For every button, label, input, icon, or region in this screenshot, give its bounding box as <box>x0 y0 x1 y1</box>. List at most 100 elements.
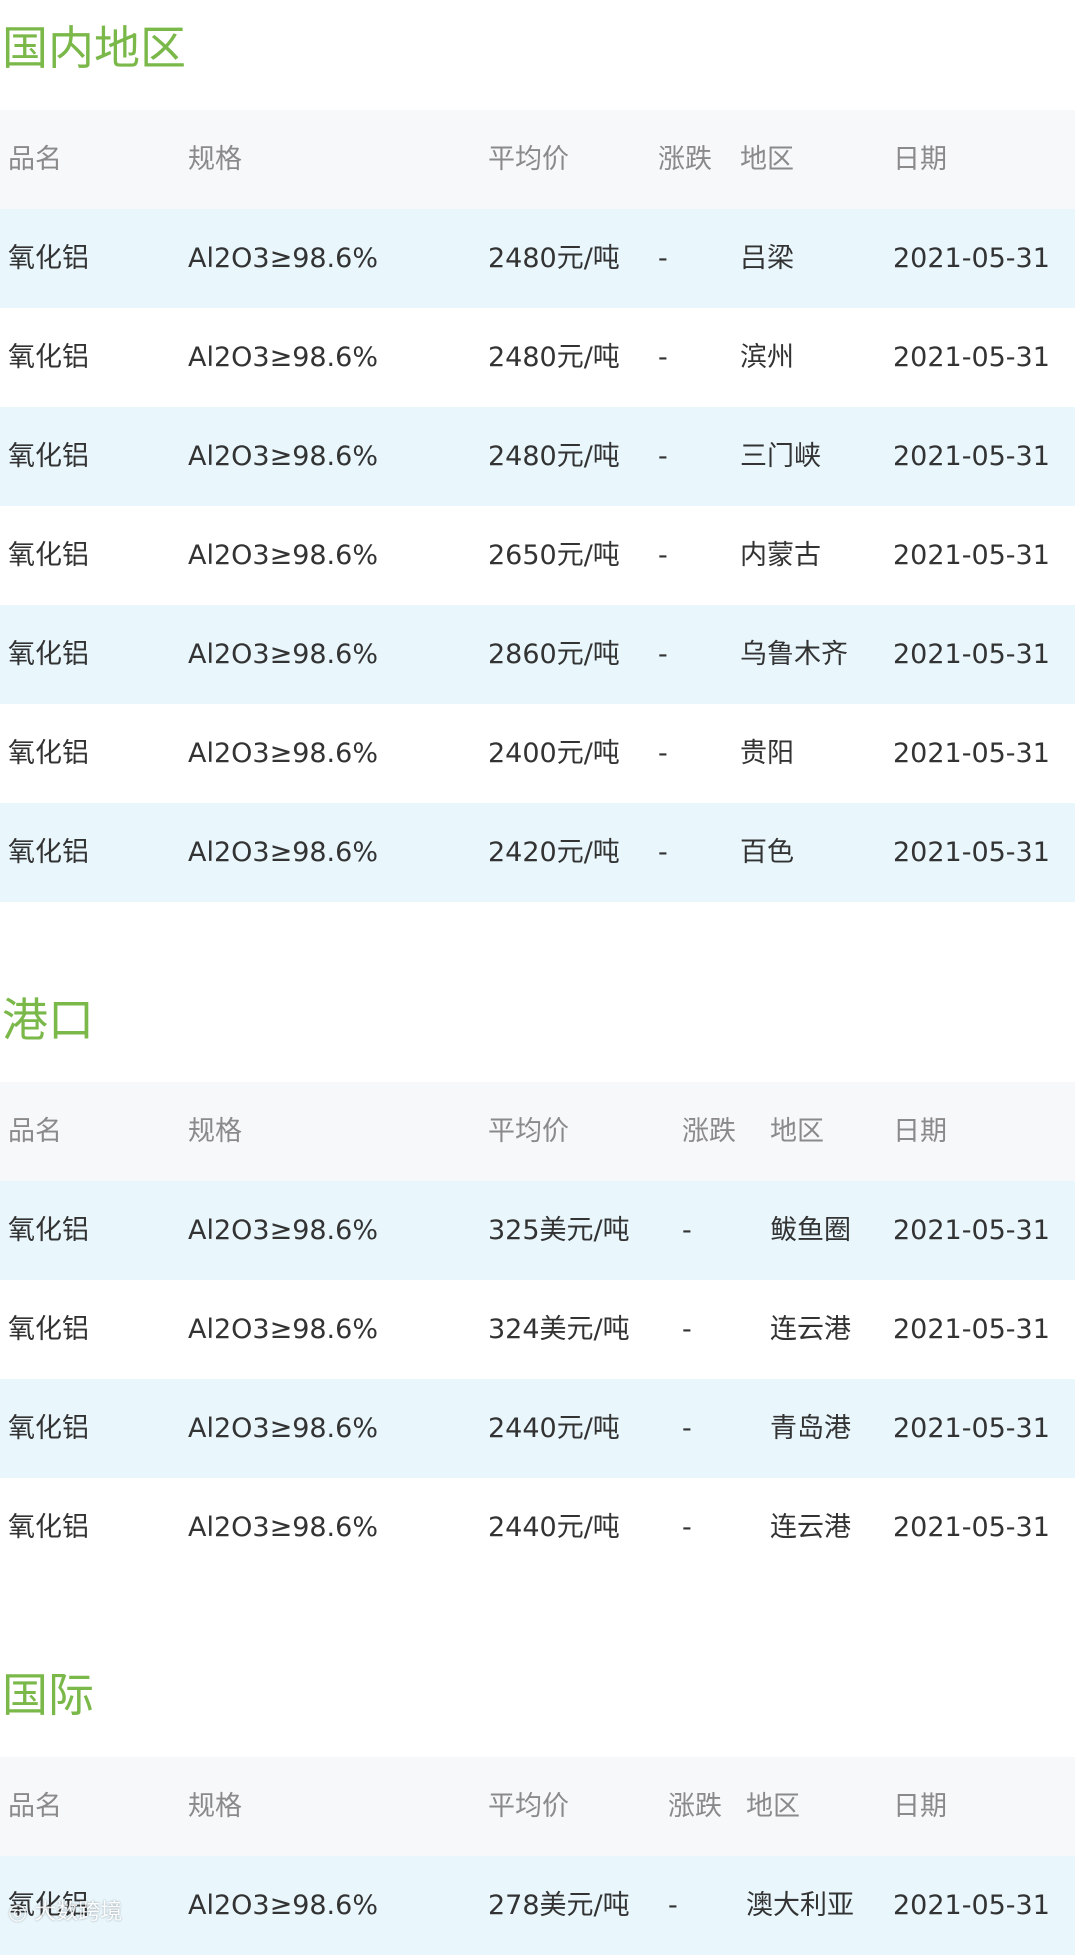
product-cell: 氧化铝 <box>8 441 89 472</box>
spec-cell: Al2O3≥98.6% <box>188 738 378 769</box>
logo-icon: ◎ <box>8 1900 28 1925</box>
spec-cell: Al2O3≥98.6% <box>188 1413 378 1444</box>
spec-cell: Al2O3≥98.6% <box>188 243 378 274</box>
header-cell: 日期 <box>893 1791 947 1822</box>
price-cell: 2400元/吨 <box>488 738 620 769</box>
region-cell: 内蒙古 <box>740 540 821 571</box>
date-cell: 2021-05-31 <box>893 243 1050 274</box>
header-cell: 品名 <box>8 144 62 175</box>
change-cell: - <box>658 342 668 373</box>
change-cell: - <box>682 1314 692 1345</box>
table-row: 氧化铝 Al2O3≥98.6% 2440元/吨 - 连云港 2021-05-31 <box>0 1478 1075 1577</box>
date-cell: 2021-05-31 <box>893 540 1050 571</box>
change-cell: - <box>658 639 668 670</box>
table-row: 氧化铝 Al2O3≥98.6% 2480元/吨 - 吕梁 2021-05-31 <box>0 209 1075 308</box>
header-cell: 平均价 <box>488 144 569 175</box>
region-cell: 贵阳 <box>740 738 794 769</box>
price-cell: 2440元/吨 <box>488 1413 620 1444</box>
region-cell: 连云港 <box>770 1314 851 1345</box>
region-cell: 连云港 <box>770 1512 851 1543</box>
table-row: 氧化铝 Al2O3≥98.6% 2860元/吨 - 乌鲁木齐 2021-05-3… <box>0 605 1075 704</box>
header-cell: 平均价 <box>488 1116 569 1147</box>
price-cell: 325美元/吨 <box>488 1215 630 1246</box>
date-cell: 2021-05-31 <box>893 1215 1050 1246</box>
header-cell: 规格 <box>188 1116 242 1147</box>
region-cell: 乌鲁木齐 <box>740 639 848 670</box>
spec-cell: Al2O3≥98.6% <box>188 1512 378 1543</box>
table-row: 氧化铝 Al2O3≥98.6% 2480元/吨 - 三门峡 2021-05-31 <box>0 407 1075 506</box>
change-cell: - <box>682 1512 692 1543</box>
region-cell: 百色 <box>740 837 794 868</box>
region-cell: 鲅鱼圈 <box>770 1215 851 1246</box>
table-row: 氧化铝 Al2O3≥98.6% 325美元/吨 - 鲅鱼圈 2021-05-31 <box>0 1181 1075 1280</box>
header-cell: 规格 <box>188 144 242 175</box>
change-cell: - <box>668 1890 678 1921</box>
price-cell: 2440元/吨 <box>488 1512 620 1543</box>
header-cell: 涨跌 <box>682 1116 736 1147</box>
spec-cell: Al2O3≥98.6% <box>188 639 378 670</box>
region-cell: 澳大利亚 <box>746 1890 854 1921</box>
date-cell: 2021-05-31 <box>893 1314 1050 1345</box>
header-cell: 平均价 <box>488 1791 569 1822</box>
section-title: 国际 <box>2 1668 94 1722</box>
price-cell: 2650元/吨 <box>488 540 620 571</box>
price-cell: 2480元/吨 <box>488 342 620 373</box>
section-title: 港口 <box>2 993 94 1047</box>
product-cell: 氧化铝 <box>8 1314 89 1345</box>
date-cell: 2021-05-31 <box>893 837 1050 868</box>
change-cell: - <box>658 243 668 274</box>
price-cell: 2420元/吨 <box>488 837 620 868</box>
table-row: 氧化铝 Al2O3≥98.6% 2420元/吨 - 百色 2021-05-31 <box>0 803 1075 902</box>
spec-cell: Al2O3≥98.6% <box>188 1215 378 1246</box>
header-cell: 日期 <box>893 144 947 175</box>
spec-cell: Al2O3≥98.6% <box>188 441 378 472</box>
date-cell: 2021-05-31 <box>893 1512 1050 1543</box>
header-cell: 规格 <box>188 1791 242 1822</box>
product-cell: 氧化铝 <box>8 1215 89 1246</box>
table-row: 氧化铝 Al2O3≥98.6% 2480元/吨 - 滨州 2021-05-31 <box>0 308 1075 407</box>
change-cell: - <box>682 1215 692 1246</box>
spec-cell: Al2O3≥98.6% <box>188 342 378 373</box>
header-cell: 地区 <box>740 144 794 175</box>
header-cell: 品名 <box>8 1791 62 1822</box>
date-cell: 2021-05-31 <box>893 342 1050 373</box>
table-header: 品名 规格 平均价 涨跌 地区 日期 <box>0 1082 1075 1181</box>
price-table: 品名 规格 平均价 涨跌 地区 日期 氧化铝 Al2O3≥98.6% 2480元… <box>0 110 1075 902</box>
region-cell: 青岛港 <box>770 1413 851 1444</box>
change-cell: - <box>658 738 668 769</box>
header-cell: 地区 <box>770 1116 824 1147</box>
table-row: 氧化铝 Al2O3≥98.6% 2440元/吨 - 青岛港 2021-05-31 <box>0 1379 1075 1478</box>
product-cell: 氧化铝 <box>8 342 89 373</box>
change-cell: - <box>658 441 668 472</box>
date-cell: 2021-05-31 <box>893 639 1050 670</box>
spec-cell: Al2O3≥98.6% <box>188 540 378 571</box>
table-row: 氧化铝 Al2O3≥98.6% 278美元/吨 - 澳大利亚 2021-05-3… <box>0 1856 1075 1955</box>
product-cell: 氧化铝 <box>8 837 89 868</box>
product-cell: 氧化铝 <box>8 639 89 670</box>
table-header: 品名 规格 平均价 涨跌 地区 日期 <box>0 1757 1075 1856</box>
header-cell: 涨跌 <box>668 1791 722 1822</box>
spec-cell: Al2O3≥98.6% <box>188 1890 378 1921</box>
price-table: 品名 规格 平均价 涨跌 地区 日期 氧化铝 Al2O3≥98.6% 278美元… <box>0 1757 1075 1955</box>
product-cell: 氧化铝 <box>8 1413 89 1444</box>
watermark-text: 大数跨境 <box>34 1900 123 1925</box>
header-cell: 地区 <box>746 1791 800 1822</box>
table-row: 氧化铝 Al2O3≥98.6% 2650元/吨 - 内蒙古 2021-05-31 <box>0 506 1075 605</box>
table-row: 氧化铝 Al2O3≥98.6% 324美元/吨 - 连云港 2021-05-31 <box>0 1280 1075 1379</box>
spec-cell: Al2O3≥98.6% <box>188 1314 378 1345</box>
price-table: 品名 规格 平均价 涨跌 地区 日期 氧化铝 Al2O3≥98.6% 325美元… <box>0 1082 1075 1577</box>
watermark-logo: ◎ 大数跨境 <box>8 1898 122 1928</box>
product-cell: 氧化铝 <box>8 243 89 274</box>
region-cell: 三门峡 <box>740 441 821 472</box>
price-cell: 2860元/吨 <box>488 639 620 670</box>
product-cell: 氧化铝 <box>8 738 89 769</box>
header-cell: 日期 <box>893 1116 947 1147</box>
date-cell: 2021-05-31 <box>893 441 1050 472</box>
change-cell: - <box>682 1413 692 1444</box>
table-header: 品名 规格 平均价 涨跌 地区 日期 <box>0 110 1075 209</box>
price-cell: 278美元/吨 <box>488 1890 630 1921</box>
date-cell: 2021-05-31 <box>893 1413 1050 1444</box>
price-cell: 324美元/吨 <box>488 1314 630 1345</box>
change-cell: - <box>658 540 668 571</box>
price-cell: 2480元/吨 <box>488 441 620 472</box>
